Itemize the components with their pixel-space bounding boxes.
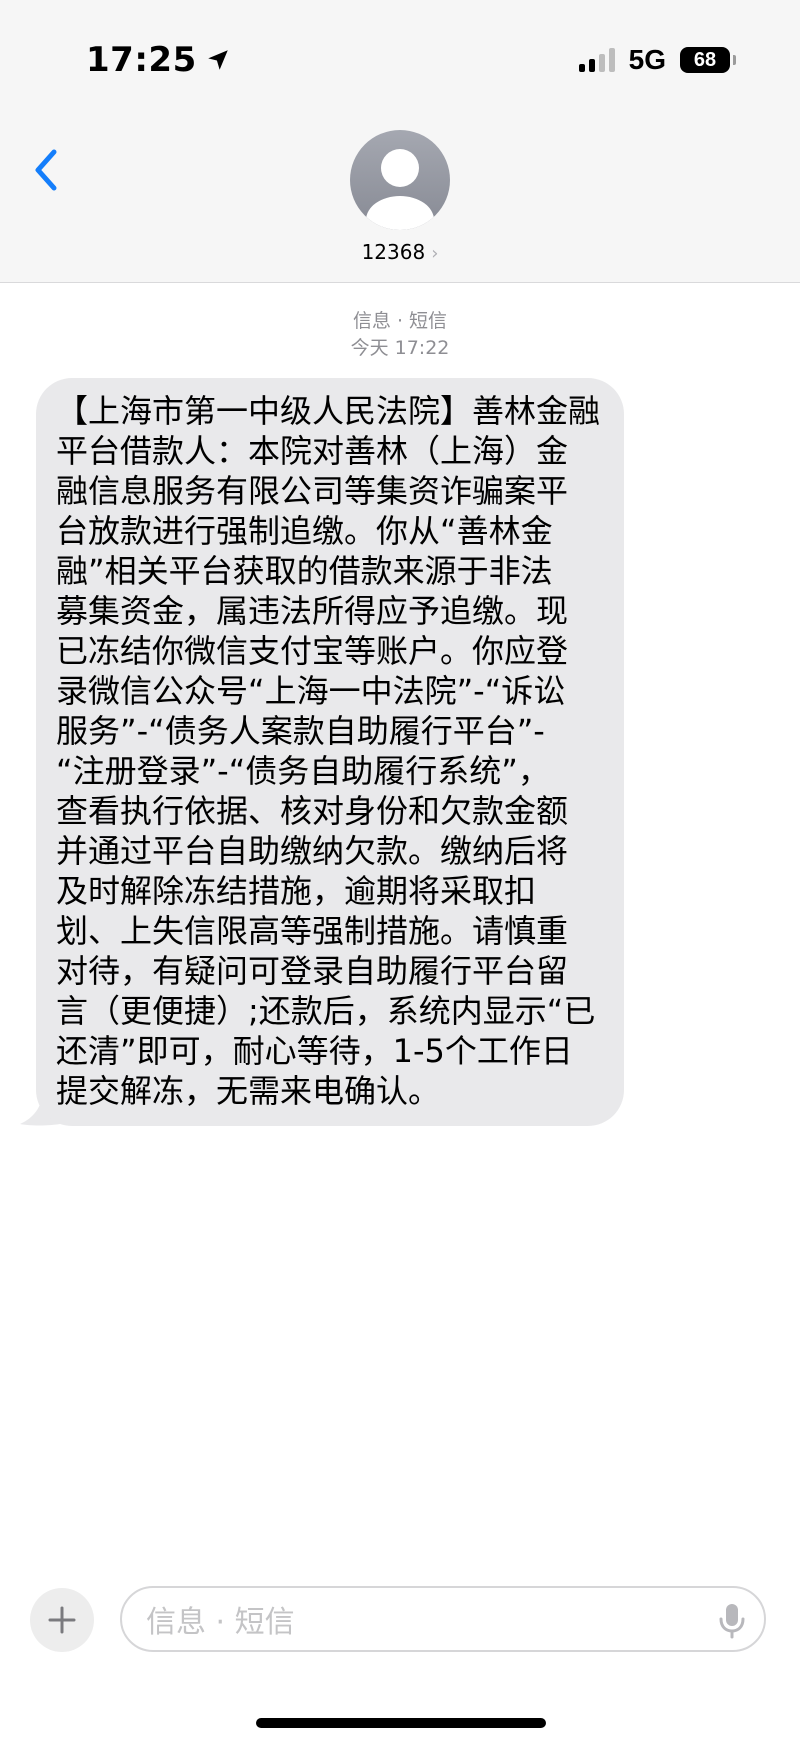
message-meta: 信息 · 短信 今天 17:22 <box>0 308 800 362</box>
apps-plus-button[interactable] <box>30 1588 94 1652</box>
message-input[interactable]: 信息 · 短信 <box>120 1586 766 1652</box>
message-line: 已冻结你微信支付宝等账户。你应登 <box>56 632 569 670</box>
status-bar-indicators: 5G 68 <box>578 44 736 76</box>
cellular-signal-icon <box>578 48 615 72</box>
status-bar-time: 17:25 <box>86 40 231 80</box>
service-label: 信息 · 短信 <box>352 310 448 332</box>
chevron-left-icon <box>35 149 57 191</box>
message-line: 【上海市第一中级人民法院】善林金融 <box>56 392 601 430</box>
message-timestamp: 今天 17:22 <box>350 337 450 359</box>
chevron-right-icon: › <box>431 243 439 264</box>
message-line: 提交解冻，无需来电确认。 <box>56 1072 441 1110</box>
microphone-icon[interactable] <box>718 1602 746 1640</box>
network-type-label: 5G <box>628 44 666 75</box>
message-line: 划、上失信限高等强制措施。请慎重 <box>56 912 569 950</box>
conversation-header: 17:25 5G 68 12368 › <box>0 0 800 283</box>
message-line: 融信息服务有限公司等集资诈骗案平 <box>56 472 569 510</box>
message-input-placeholder: 信息 · 短信 <box>146 1605 295 1640</box>
message-line: 及时解除冻结措施，逾期将采取扣 <box>56 872 537 910</box>
contact-avatar[interactable] <box>350 130 450 230</box>
plus-icon <box>48 1606 76 1634</box>
contact-name: 12368 <box>361 240 426 264</box>
home-indicator[interactable] <box>256 1718 546 1728</box>
message-line: 言（更便捷）;还款后，系统内显示“已 <box>56 992 596 1030</box>
person-icon <box>366 149 434 230</box>
message-line: 录微信公众号“上海一中法院”-“诉讼 <box>56 672 566 710</box>
message-line: 还清”即可，耐心等待，1-5个工作日 <box>56 1032 573 1070</box>
message-bubble[interactable]: 【上海市第一中级人民法院】善林金融 平台借款人：本院对善林（上海）金 融信息服务… <box>36 378 624 1126</box>
message-line: 查看执行依据、核对身份和欠款金额 <box>56 792 569 830</box>
message-line: 平台借款人：本院对善林（上海）金 <box>56 432 569 470</box>
clock-label: 17:25 <box>86 40 197 80</box>
message-line: 台放款进行强制追缴。你从“善林金 <box>56 512 553 550</box>
message-line: “注册登录”-“债务自助履行系统”， <box>56 752 550 790</box>
message-line: 募集资金，属违法所得应予追缴。现 <box>56 592 569 630</box>
message-line: 服务”-“债务人案款自助履行平台”- <box>56 712 545 750</box>
message-line: 融”相关平台获取的借款来源于非法 <box>56 552 553 590</box>
message-line: 对待，有疑问可登录自助履行平台留 <box>56 952 569 990</box>
back-button[interactable] <box>28 146 68 206</box>
contact-name-button[interactable]: 12368 › <box>0 240 800 264</box>
battery-level-label: 68 <box>693 48 717 71</box>
location-arrow-icon <box>207 50 228 70</box>
message-line: 并通过平台自助缴纳欠款。缴纳后将 <box>56 832 569 870</box>
battery-icon: 68 <box>680 47 736 73</box>
